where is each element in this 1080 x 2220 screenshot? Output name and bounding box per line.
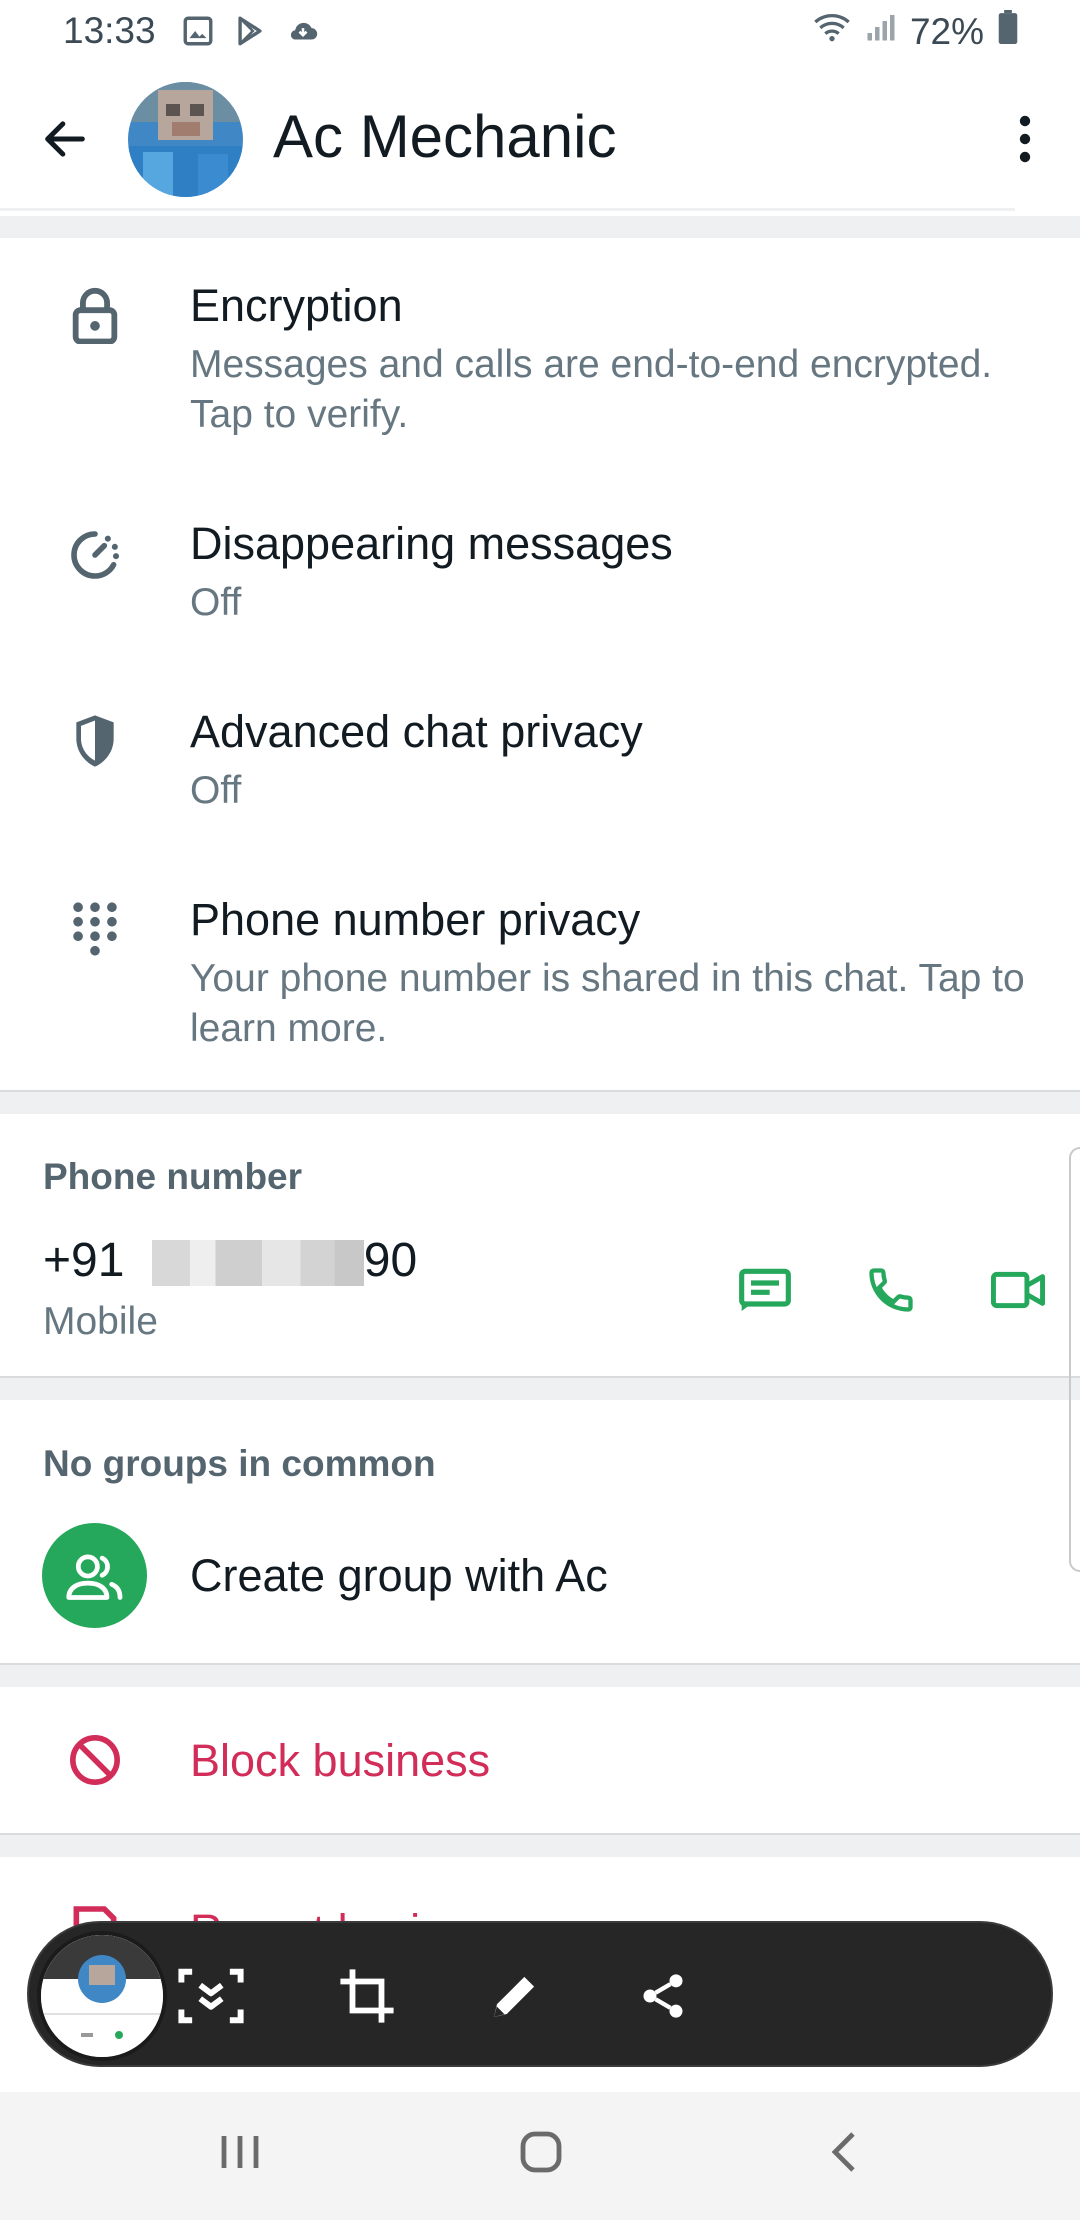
screenshot-thumbnail[interactable] [37,1931,167,2061]
block-business-row[interactable]: Block business [0,1687,1080,1832]
phone-type-label: Mobile [43,1300,158,1343]
share-button[interactable] [623,1956,703,2036]
phone-prefix: +91 [43,1234,125,1287]
phone-number[interactable]: +91 90 [43,1233,417,1288]
shield-icon [62,708,128,774]
status-time: 13:33 [63,10,156,51]
scroll-capture-button[interactable] [171,1956,251,2036]
encryption-subtitle: Messages and calls are end-to-end encryp… [190,343,993,436]
page-title: Ac Mechanic [273,103,617,170]
advanced-chat-privacy-row[interactable]: Advanced chat privacy Off [0,686,1080,854]
disappearing-title: Disappearing messages [190,518,673,569]
edit-icon [494,1976,535,2017]
disappearing-subtitle: Off [190,581,242,624]
block-business-label: Block business [190,1735,491,1786]
advanced-privacy-subtitle: Off [190,769,242,812]
status-system-icons: 72% [812,10,1018,53]
edge-panel-handle[interactable] [1069,1147,1080,1572]
system-nav-bar [0,2092,1080,2220]
create-group-icon [42,1523,147,1628]
phone-section-label: Phone number [43,1156,303,1197]
share-icon [643,1974,683,2018]
gallery-icon [181,14,215,53]
dialpad-icon [62,896,128,962]
home-icon [520,2131,562,2173]
section-divider [0,216,1080,238]
back-nav-button[interactable] [795,2112,895,2192]
voice-call-icon [869,1268,913,1312]
more-options-button[interactable] [990,104,1060,174]
recent-apps-icon [221,2136,259,2168]
edit-button[interactable] [475,1956,555,2036]
back-arrow-icon [45,121,85,157]
phone-suffix: 90 [363,1234,418,1287]
disappearing-messages-row[interactable]: Disappearing messages Off [0,498,1080,666]
advanced-privacy-title: Advanced chat privacy [190,706,643,757]
play-store-icon [233,14,267,53]
crop-button[interactable] [327,1956,407,2036]
section-divider [0,1665,1080,1687]
message-button[interactable] [725,1250,805,1330]
back-nav-icon [831,2132,855,2172]
status-bar: 13:33 72% [0,0,1080,64]
scroll-capture-icon [178,1968,244,2024]
status-notification-icons [181,14,321,53]
back-button[interactable] [30,104,100,174]
section-divider [0,1092,1080,1114]
phone-privacy-subtitle: Your phone number is shared in this chat… [190,957,1025,1050]
block-icon [62,1727,128,1793]
create-group-row[interactable]: Create group with Ac [0,1510,1080,1645]
wifi-icon [812,10,852,53]
home-button[interactable] [491,2112,591,2192]
battery-percent: 72% [909,10,984,52]
lock-icon [62,282,128,348]
cloud-sync-icon [285,14,321,53]
phone-number-privacy-row[interactable]: Phone number privacy Your phone number i… [0,874,1080,1084]
screenshot-toolbar [27,1921,1053,2067]
more-vert-icon [1019,115,1031,163]
voice-call-button[interactable] [851,1250,931,1330]
app-bar: Ac Mechanic [0,64,1080,214]
create-group-label: Create group with Ac [190,1550,608,1601]
signal-icon [866,10,896,53]
contact-avatar[interactable] [128,82,243,197]
recent-apps-button[interactable] [190,2112,290,2192]
encryption-row[interactable]: Encryption Messages and calls are end-to… [0,238,1080,468]
section-divider [0,1835,1080,1857]
phone-privacy-title: Phone number privacy [190,894,641,945]
groups-section-label: No groups in common [43,1443,436,1484]
message-icon [739,1268,791,1311]
appbar-divider [0,208,1015,211]
crop-icon [340,1969,394,2023]
video-call-icon [991,1271,1045,1309]
battery-icon [998,10,1018,53]
video-call-button[interactable] [978,1250,1058,1330]
section-divider [0,1378,1080,1400]
encryption-title: Encryption [190,280,403,331]
phone-redacted [151,1240,364,1287]
timer-icon [62,522,128,588]
